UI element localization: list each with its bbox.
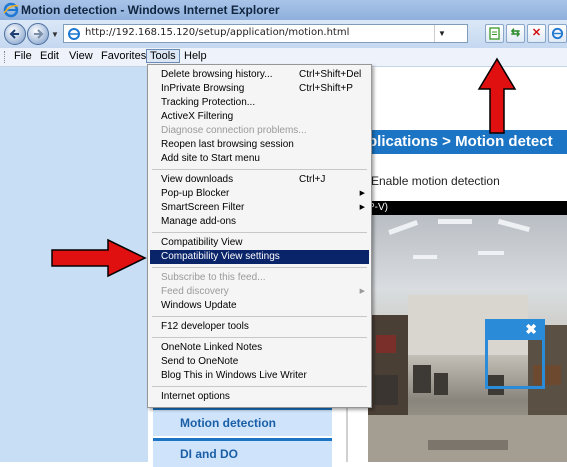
submenu-arrow-icon: ▶	[359, 190, 365, 197]
side-menu-motion-detection[interactable]: Motion detection	[153, 407, 332, 436]
menu-item-reopen-last-session[interactable]: Reopen last browsing session	[150, 138, 369, 152]
window-title: Motion detection - Windows Internet Expl…	[21, 3, 280, 17]
menu-item-blog-this[interactable]: Blog This in Windows Live Writer	[150, 369, 369, 383]
close-icon[interactable]: ✖	[525, 321, 537, 338]
camera-view: ✖	[368, 215, 567, 462]
submenu-arrow-icon: ▶	[359, 288, 365, 295]
url-text[interactable]: http://192.168.15.120/setup/application/…	[85, 27, 349, 38]
menu-tools[interactable]: Tools	[146, 49, 180, 63]
menu-item-add-site-to-start[interactable]: Add site to Start menu	[150, 152, 369, 166]
address-dropdown-icon[interactable]: ▼	[434, 25, 449, 42]
back-button[interactable]	[4, 23, 26, 45]
search-provider-button[interactable]	[548, 24, 567, 43]
menu-item-send-to-onenote[interactable]: Send to OneNote	[150, 355, 369, 369]
menu-separator	[152, 267, 367, 268]
menu-item-diagnose-connection: Diagnose connection problems...	[161, 125, 307, 136]
compatibility-view-icon	[489, 27, 500, 40]
menu-item-smartscreen-filter[interactable]: SmartScreen Filter ▶	[150, 201, 369, 215]
title-bar: Motion detection - Windows Internet Expl…	[0, 0, 567, 20]
side-menu-di-and-do[interactable]: DI and DO	[153, 438, 332, 467]
menu-item-manage-addons[interactable]: Manage add-ons	[150, 215, 369, 229]
menu-separator	[152, 232, 367, 233]
menu-item-subscribe-feed: Subscribe to this feed...	[161, 272, 266, 283]
menu-item-inprivate-browsing[interactable]: InPrivate Browsing Ctrl+Shift+P	[150, 82, 369, 96]
menu-item-compatibility-view[interactable]: Compatibility View	[150, 236, 369, 250]
ie-logo-icon	[3, 2, 19, 18]
tools-dropdown-menu: Delete browsing history... Ctrl+Shift+De…	[147, 64, 372, 408]
menu-separator	[152, 169, 367, 170]
menu-item-windows-update[interactable]: Windows Update	[150, 299, 369, 313]
menu-file[interactable]: File	[14, 50, 32, 62]
menu-item-view-downloads[interactable]: View downloads Ctrl+J	[150, 173, 369, 187]
red-arrow-right-icon	[51, 238, 147, 278]
menu-separator	[152, 386, 367, 387]
address-toolbar: ▼ http://192.168.15.120/setup/applicatio…	[0, 20, 567, 48]
video-header: P-V)	[368, 201, 567, 215]
menu-help[interactable]: Help	[184, 50, 207, 62]
globe-icon	[551, 27, 564, 40]
motion-window[interactable]: ✖	[485, 319, 545, 389]
page-icon	[68, 28, 80, 40]
menu-separator	[152, 316, 367, 317]
enable-motion-detection-label[interactable]: Enable motion detection	[371, 174, 500, 188]
red-arrow-up-icon	[477, 57, 517, 134]
menu-item-internet-options[interactable]: Internet options	[150, 390, 369, 404]
menu-item-feed-discovery: Feed discovery ▶	[161, 286, 365, 297]
menu-item-activex-filtering[interactable]: ActiveX Filtering	[150, 110, 369, 124]
back-arrow-icon	[9, 29, 19, 39]
submenu-arrow-icon: ▶	[359, 204, 365, 211]
menu-item-popup-blocker[interactable]: Pop-up Blocker ▶	[150, 187, 369, 201]
menu-separator	[152, 337, 367, 338]
refresh-icon: ⇆	[510, 27, 521, 39]
menu-item-onenote-linked-notes[interactable]: OneNote Linked Notes	[150, 341, 369, 355]
address-bar[interactable]: http://192.168.15.120/setup/application/…	[63, 24, 468, 43]
menu-grip	[4, 51, 7, 63]
menu-item-tracking-protection[interactable]: Tracking Protection...	[150, 96, 369, 110]
menu-item-f12-developer-tools[interactable]: F12 developer tools	[150, 320, 369, 334]
menu-view[interactable]: View	[69, 50, 93, 62]
menu-edit[interactable]: Edit	[40, 50, 59, 62]
motion-window-titlebar[interactable]: ✖	[488, 321, 542, 340]
stop-icon: ✕	[531, 27, 542, 39]
menu-item-delete-browsing-history[interactable]: Delete browsing history... Ctrl+Shift+De…	[150, 68, 369, 82]
refresh-button[interactable]: ⇆	[506, 24, 525, 43]
recent-pages-dropdown-icon[interactable]: ▼	[51, 30, 59, 39]
page-breadcrumb: plications > Motion detect	[368, 130, 567, 154]
compatibility-view-button[interactable]	[485, 24, 504, 43]
forward-button[interactable]	[27, 23, 49, 45]
forward-arrow-icon	[34, 29, 44, 39]
stop-button[interactable]: ✕	[527, 24, 546, 43]
side-menu: Motion detection DI and DO	[153, 407, 332, 467]
menu-item-compatibility-view-settings[interactable]: Compatibility View settings	[150, 250, 369, 264]
menu-favorites[interactable]: Favorites	[101, 50, 146, 62]
